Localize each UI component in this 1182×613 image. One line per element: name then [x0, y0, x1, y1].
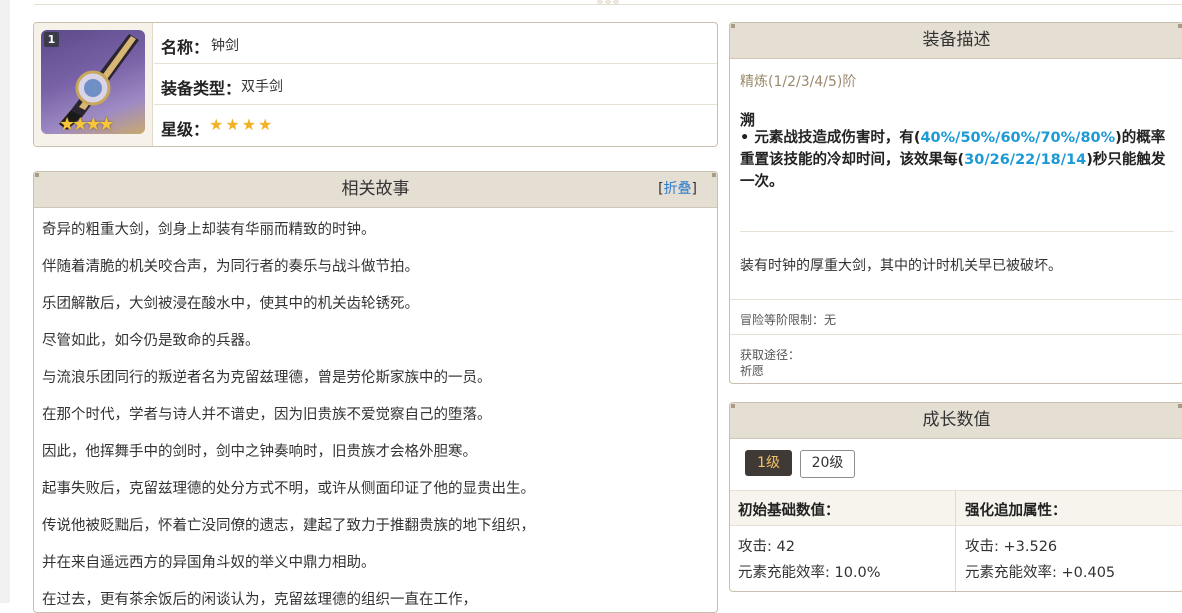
- refinement-badge: 1: [44, 32, 59, 47]
- weapon-image: 1 ★★★★: [41, 30, 145, 134]
- bonus-energy-recharge: 元素充能效率: +0.405: [965, 565, 1116, 581]
- source-value: 祈愿: [740, 364, 765, 378]
- story-line: 伴随着清脆的机关咬合声，为同行者的奏乐与战斗做节拍。: [42, 259, 419, 275]
- type-label: 装备类型：: [161, 79, 242, 98]
- divider: [730, 299, 1182, 300]
- growth-values-panel: 成长数值 1级 20级 初始基础数值： 强化追加属性： 攻击: 42 元素充能效…: [729, 402, 1182, 592]
- flavor-text: 装有时钟的厚重大剑，其中的计时机关早已被破坏。: [740, 258, 1062, 274]
- weapon-type: 双手剑: [241, 79, 283, 95]
- story-line: 与流浪乐团同行的叛逆者名为克留兹理德，曾是劳伦斯家族中的一员。: [42, 370, 492, 386]
- stats-header-row: 初始基础数值： 强化追加属性：: [730, 490, 1182, 526]
- column-divider: [955, 490, 956, 591]
- story-line: 因此，他挥舞手中的剑时，剑中之钟奏响时，旧贵族才会格外胆寒。: [42, 444, 477, 460]
- fold-link[interactable]: 折叠: [664, 181, 692, 197]
- equipment-description-panel: 装备描述 精炼(1/2/3/4/5)阶 溯 • 元素战技造成伤害时，有(40%/…: [729, 22, 1182, 384]
- weapon-portrait: 1 ★★★★: [34, 23, 153, 146]
- weapon-name: 钟剑: [211, 38, 239, 54]
- story-line: 在那个时代，学者与诗人并不谱史，因为旧贵族不爱觉察自己的堕落。: [42, 407, 492, 423]
- cooldown-values: 30/26/22/18/14: [964, 152, 1087, 168]
- rarity-row: 星级： ★★★★: [154, 105, 717, 145]
- story-line: 尽管如此，如今仍是致命的兵器。: [42, 333, 260, 349]
- rarity-stars-icon: ★★★★: [209, 115, 275, 134]
- name-row: 名称： 钟剑: [154, 23, 717, 64]
- weapon-info-card: 1 ★★★★ 名称： 钟剑 装备类型： 双手剑 星级： ★★★★: [33, 22, 718, 147]
- level-1-tab[interactable]: 1级: [745, 450, 792, 476]
- base-energy-recharge: 元素充能效率: 10.0%: [738, 565, 881, 581]
- story-line: 在过去，更有茶余饭后的闲谈认为，克留兹理德的组织一直在工作，: [42, 592, 477, 608]
- description-header: 装备描述: [730, 23, 1182, 59]
- level-20-tab[interactable]: 20级: [800, 450, 855, 478]
- name-label: 名称：: [161, 38, 210, 57]
- passive-effect: • 元素战技造成伤害时，有(40%/50%/60%/70%/80%)的概率重置该…: [740, 130, 1166, 190]
- growth-header: 成长数值: [730, 403, 1182, 439]
- type-row: 装备类型： 双手剑: [154, 64, 717, 105]
- story-header: 相关故事 [折叠]: [34, 172, 717, 208]
- level-limit: 冒险等阶限制：无: [740, 313, 837, 327]
- divider: [740, 231, 1174, 232]
- divider: [730, 334, 1182, 335]
- fold-toggle[interactable]: [折叠]: [658, 172, 697, 207]
- refinement-levels: 精炼(1/2/3/4/5)阶: [740, 74, 857, 90]
- base-stats-header: 初始基础数值：: [738, 503, 840, 519]
- story-line: 传说他被贬黜后，怀着亡没同僚的遗志，建起了致力于推翻贵族的地下组织，: [42, 518, 535, 534]
- proc-chance: 40%/50%/60%/70%/80%: [920, 130, 1116, 146]
- growth-title: 成长数值: [922, 410, 991, 430]
- story-line: 起事失败后，克留兹理德的处分方式不明，或许从侧面印证了他的显贵出生。: [42, 481, 535, 497]
- portrait-stars-icon: ★★★★: [59, 114, 115, 134]
- bonus-atk: 攻击: +3.526: [965, 539, 1058, 555]
- story-line: 奇异的粗重大剑，剑身上却装有华丽而精致的时钟。: [42, 222, 376, 238]
- story-line: 并在来自遥远西方的异国角斗奴的举义中鼎力相助。: [42, 555, 376, 571]
- base-atk: 攻击: 42: [738, 539, 795, 555]
- bonus-stats-header: 强化追加属性：: [965, 503, 1067, 519]
- left-rail: [0, 0, 10, 603]
- source-label: 获取途径：: [740, 348, 801, 362]
- rarity-label: 星级：: [161, 120, 210, 139]
- story-panel: 相关故事 [折叠] 奇异的粗重大剑，剑身上却装有华丽而精致的时钟。 伴随着清脆的…: [33, 171, 718, 613]
- description-title: 装备描述: [922, 30, 991, 50]
- story-line: 乐团解散后，大剑被浸在酸水中，使其中的机关齿轮锈死。: [42, 296, 419, 312]
- story-title: 相关故事: [341, 179, 410, 199]
- ornament-icon: ❖❖❖: [595, 0, 621, 6]
